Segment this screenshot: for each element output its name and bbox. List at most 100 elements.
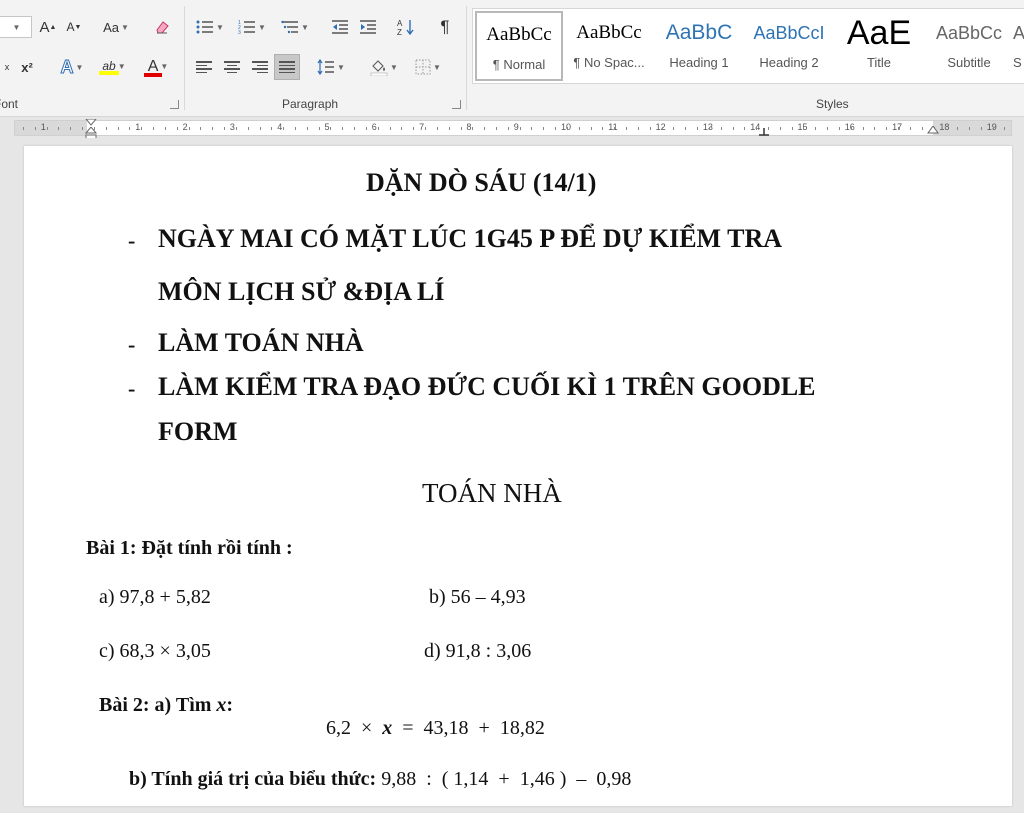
ruler-tick xyxy=(708,127,710,130)
ruler-tick xyxy=(58,127,60,130)
ruler-tick xyxy=(578,127,580,130)
ruler-tick xyxy=(377,127,379,130)
ruler-tick xyxy=(744,127,746,130)
style-subtle[interactable]: A S xyxy=(1013,11,1024,81)
style-heading-1[interactable]: AaBbC Heading 1 xyxy=(655,11,743,81)
ruler-tick xyxy=(153,127,155,130)
ruler-tick xyxy=(992,127,994,130)
align-left-button[interactable] xyxy=(192,56,216,78)
style-heading-2[interactable]: AaBbCcI Heading 2 xyxy=(745,11,833,81)
style-subtitle-sample: AaBbCc xyxy=(935,22,1003,43)
bullet-3-line-2: FORM xyxy=(158,417,238,446)
style-title-sample: AaE xyxy=(846,13,912,52)
justify-button[interactable] xyxy=(274,54,300,80)
exercise-2b-label: b) Tính giá trị của biểu thức: xyxy=(129,768,377,790)
styles-group-label: Styles xyxy=(816,97,849,111)
ruler-tick xyxy=(259,127,261,130)
decrease-indent-icon xyxy=(332,20,348,34)
style-normal[interactable]: AaBbCc ¶ Normal xyxy=(475,11,563,81)
highlight-button[interactable]: ab ▼ xyxy=(94,56,134,78)
ruler-tick xyxy=(413,127,415,130)
exercise-2a-colon: : xyxy=(226,694,234,716)
shrink-font-button[interactable]: A ▼ xyxy=(64,16,84,38)
ruler-tick xyxy=(732,127,734,130)
ruler-number: 7 xyxy=(419,122,425,132)
ruler-tick xyxy=(507,127,509,130)
ribbon: ▼ A▲ A▼ Aa▼ x x² A▼ ab▼ A▼ Font ▼ 123▼ ▼ xyxy=(0,0,1024,117)
ruler-tick xyxy=(969,127,970,130)
line-spacing-button[interactable]: ▼ xyxy=(312,56,350,78)
align-right-icon xyxy=(252,61,268,73)
ruler-tick xyxy=(827,127,829,130)
ruler-tick xyxy=(46,127,48,130)
exercise-1-c: c) 68,3 × 3,05 xyxy=(99,640,211,662)
increase-indent-icon xyxy=(360,20,376,34)
bullet-2-line-1: LÀM TOÁN NHÀ xyxy=(158,328,364,357)
right-indent-marker[interactable] xyxy=(927,126,939,136)
font-dialog-launcher[interactable] xyxy=(170,100,179,109)
ruler-tick xyxy=(34,127,36,130)
multilevel-list-button[interactable]: ▼ xyxy=(276,16,314,38)
ruler-tick xyxy=(909,127,911,130)
align-center-button[interactable] xyxy=(220,56,244,78)
ruler-tick xyxy=(188,127,190,130)
ruler-tick xyxy=(685,127,687,130)
style-title[interactable]: AaE Title xyxy=(835,11,923,81)
font-size-dropdown[interactable]: ▼ xyxy=(0,16,32,38)
ruler-tick xyxy=(401,127,403,130)
ruler-tick xyxy=(626,127,628,130)
tab-stop-marker[interactable] xyxy=(759,128,769,136)
ruler-tick xyxy=(886,127,888,130)
sort-button[interactable]: AZ xyxy=(394,16,418,38)
superscript-label: x² xyxy=(21,59,33,75)
change-case-button[interactable]: Aa ▼ xyxy=(96,16,136,38)
style-normal-name: ¶ Normal xyxy=(492,57,546,72)
clear-formatting-button[interactable] xyxy=(150,16,174,38)
exercise-1-heading: Bài 1: Đặt tính rồi tính : xyxy=(86,537,293,559)
exercise-1-a: a) 97,8 + 5,82 xyxy=(99,586,211,608)
style-subtitle[interactable]: AaBbCc Subtitle xyxy=(925,11,1013,81)
text-effects-icon: A xyxy=(60,56,74,77)
ruler-tick xyxy=(543,127,545,130)
document-page[interactable]: DẶN DÒ SÁU (14/1) - NGÀY MAI CÓ MẶT LÚC … xyxy=(24,146,1012,806)
decrease-indent-button[interactable] xyxy=(328,16,352,38)
text-effects-button[interactable]: A ▼ xyxy=(54,56,90,78)
align-right-button[interactable] xyxy=(248,56,272,78)
show-formatting-marks-button[interactable]: ¶ xyxy=(432,16,458,38)
ruler-tick xyxy=(306,127,308,130)
ruler-number: 4 xyxy=(277,122,283,132)
grow-font-button[interactable]: A ▲ xyxy=(38,16,58,38)
font-color-button[interactable]: A ▼ xyxy=(140,56,176,78)
horizontal-ruler[interactable]: 112345678910111213141516171819 xyxy=(14,119,1012,141)
bullet-3-dash: - xyxy=(128,376,136,401)
change-case-label: Aa xyxy=(103,19,119,35)
ruler-tick xyxy=(555,127,557,130)
ruler-tick xyxy=(212,127,214,130)
bullets-icon xyxy=(196,20,214,34)
bullet-1-line-1: NGÀY MAI CÓ MẶT LÚC 1G45 P ĐỂ DỰ KIỂM TR… xyxy=(158,224,783,253)
ruler-tick xyxy=(791,127,793,130)
numbering-button[interactable]: 1 2 3 ▼ xyxy=(234,16,270,38)
ruler-tick xyxy=(389,127,391,130)
shading-button[interactable]: ▼ xyxy=(364,56,404,78)
increase-indent-button[interactable] xyxy=(356,16,380,38)
svg-text:A: A xyxy=(397,19,403,28)
ruler-tick xyxy=(898,127,900,130)
ruler-tick xyxy=(673,127,675,130)
style-no-spacing[interactable]: AaBbCc ¶ No Spac... xyxy=(565,11,653,81)
borders-button[interactable]: ▼ xyxy=(408,56,448,78)
chevron-down-icon: ▼ xyxy=(12,22,21,32)
style-no-spacing-name: ¶ No Spac... xyxy=(573,55,645,70)
superscript-button[interactable]: x² xyxy=(16,56,38,78)
bullets-button[interactable]: ▼ xyxy=(192,16,228,38)
paragraph-group-label: Paragraph xyxy=(282,97,339,111)
ruler-tick xyxy=(779,127,781,130)
ruler-tick xyxy=(614,127,616,130)
ruler-tick xyxy=(566,127,568,130)
paragraph-dialog-launcher[interactable] xyxy=(452,100,461,109)
ruler-tick xyxy=(921,127,923,130)
subscript-label: x xyxy=(4,62,10,72)
ruler-tick xyxy=(200,127,202,130)
subscript-button[interactable]: x xyxy=(0,56,14,78)
align-center-icon xyxy=(224,61,240,73)
